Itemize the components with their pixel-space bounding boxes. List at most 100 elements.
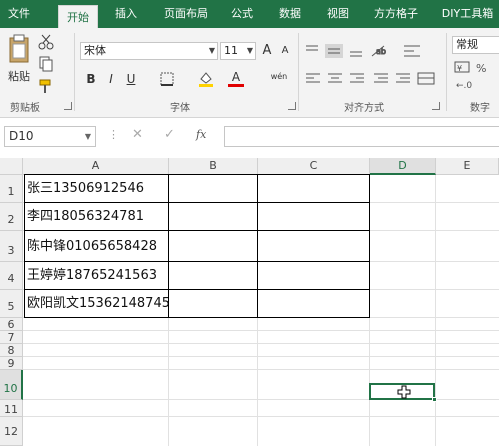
table-border [24, 202, 370, 203]
gridline [23, 416, 499, 417]
chevron-down-icon: ▼ [208, 46, 215, 55]
number-format-value: 常规 [456, 38, 478, 51]
table-border [24, 230, 370, 231]
more-dots-icon: ⋮ [108, 128, 119, 141]
font-size-dropdown[interactable]: 11 ▼ [220, 42, 256, 60]
row-header-9[interactable]: 9 [0, 357, 23, 370]
worksheet-grid[interactable]: A B C D E 1 2 3 4 5 6 7 8 9 10 11 12 张三1… [0, 158, 499, 446]
gridline [23, 356, 499, 357]
enter-icon[interactable]: ✓ [164, 127, 175, 142]
table-border [24, 289, 370, 290]
column-header-b[interactable]: B [169, 158, 258, 175]
cell-a3[interactable]: 陈中锋01065658428 [24, 232, 168, 261]
tab-home[interactable]: 开始 [58, 5, 98, 28]
row-header-12[interactable]: 12 [0, 417, 23, 446]
select-all-corner[interactable] [0, 158, 23, 175]
cut-icon[interactable] [38, 34, 54, 50]
ribbon-home: 粘贴 剪贴板 宋体 ▼ 11 ▼ A A B I U A wén 字体 ab 对… [0, 28, 499, 118]
name-box[interactable]: D10 ▼ [4, 126, 96, 147]
table-border [168, 174, 169, 318]
cell-a2[interactable]: 李四18056324781 [24, 204, 168, 230]
group-separator [298, 33, 299, 111]
tab-view[interactable]: 视图 [320, 0, 356, 28]
gridline [23, 343, 499, 344]
paste-button[interactable]: 粘贴 [8, 68, 32, 84]
paste-icon[interactable] [8, 34, 30, 66]
table-border [257, 174, 258, 318]
bold-button[interactable]: B [82, 70, 100, 88]
font-launcher-icon[interactable] [288, 102, 296, 110]
number-group-label: 数字 [470, 103, 490, 114]
shrink-font-button[interactable]: A [276, 42, 294, 60]
chevron-down-icon: ▼ [246, 46, 253, 55]
font-size-value: 11 [224, 44, 238, 57]
font-name-dropdown[interactable]: 宋体 ▼ [80, 42, 218, 60]
insert-function-icon[interactable]: fx [196, 128, 206, 141]
column-header-c[interactable]: C [258, 158, 370, 175]
formula-input[interactable] [224, 126, 499, 147]
svg-text:¥: ¥ [457, 64, 462, 73]
row-header-11[interactable]: 11 [0, 400, 23, 417]
row-header-6[interactable]: 6 [0, 318, 23, 331]
cell-cursor-icon [397, 385, 411, 399]
font-group-label: 字体 [170, 103, 190, 114]
font-color-icon[interactable]: A [228, 70, 244, 88]
tab-file[interactable]: 文件 [0, 0, 38, 28]
tab-page-layout[interactable]: 页面布局 [156, 0, 216, 28]
alignment-group-label: 对齐方式 [344, 103, 384, 114]
horizontal-align-icons[interactable] [304, 70, 444, 88]
column-header-a[interactable]: A [23, 158, 169, 175]
column-header-d[interactable]: D [370, 158, 436, 175]
selected-cell-d10[interactable] [369, 383, 437, 402]
row-header-7[interactable]: 7 [0, 331, 23, 344]
row-header-2[interactable]: 2 [0, 203, 23, 231]
number-format-icons[interactable]: ¥ % ←.0 [454, 60, 498, 94]
gridline [435, 175, 436, 446]
row-header-1[interactable]: 1 [0, 175, 23, 203]
cell-a5[interactable]: 欧阳凯文15362148745 [24, 291, 168, 317]
font-name-value: 宋体 [84, 44, 106, 57]
number-format-dropdown[interactable]: 常规 [452, 36, 499, 54]
tab-diy-toolbox[interactable]: DIY工具箱 [436, 0, 499, 28]
copy-icon[interactable] [38, 56, 54, 72]
vertical-align-icons[interactable]: ab [304, 42, 424, 60]
table-border [24, 261, 370, 262]
cancel-icon[interactable]: ✕ [132, 127, 143, 142]
alignment-launcher-icon[interactable] [432, 102, 440, 110]
cell-a4[interactable]: 王婷婷18765241563 [24, 263, 168, 289]
fill-color-icon[interactable] [198, 70, 214, 88]
fill-handle[interactable] [432, 397, 437, 402]
formula-bar: D10 ▼ ⋮ ✕ ✓ fx [0, 124, 499, 150]
clipboard-launcher-icon[interactable] [64, 102, 72, 110]
tab-insert[interactable]: 插入 [106, 0, 146, 28]
row-header-4[interactable]: 4 [0, 262, 23, 290]
row-header-8[interactable]: 8 [0, 344, 23, 357]
svg-text:ab: ab [376, 47, 386, 56]
grow-font-button[interactable]: A [258, 42, 276, 60]
italic-button[interactable]: I [102, 70, 120, 88]
font-color-letter: A [231, 70, 241, 84]
ribbon-tab-bar: 文件 开始 插入 页面布局 公式 数据 视图 方方格子 DIY工具箱 [0, 0, 499, 28]
underline-button[interactable]: U [122, 70, 140, 88]
row-header-5[interactable]: 5 [0, 290, 23, 318]
row-header-3[interactable]: 3 [0, 231, 23, 262]
tab-data[interactable]: 数据 [272, 0, 308, 28]
row-header-10[interactable]: 10 [0, 370, 23, 400]
name-box-value: D10 [9, 129, 34, 143]
cell-a1[interactable]: 张三13506912546 [24, 176, 168, 202]
format-painter-icon[interactable] [38, 78, 54, 94]
gridline [23, 330, 499, 331]
group-separator [446, 33, 447, 111]
column-header-e[interactable]: E [436, 158, 499, 175]
borders-icon[interactable] [160, 72, 174, 86]
svg-text:←.0: ←.0 [456, 81, 472, 91]
font-color-swatch [228, 84, 244, 87]
phonetic-guide-button[interactable]: wén [268, 68, 290, 86]
svg-text:%: % [476, 62, 486, 75]
tab-formulas[interactable]: 公式 [224, 0, 260, 28]
clipboard-group-label: 剪贴板 [10, 103, 40, 114]
tab-fangfang[interactable]: 方方格子 [366, 0, 426, 28]
group-separator [74, 33, 75, 111]
gridline [23, 369, 499, 370]
chevron-down-icon: ▼ [84, 132, 91, 141]
